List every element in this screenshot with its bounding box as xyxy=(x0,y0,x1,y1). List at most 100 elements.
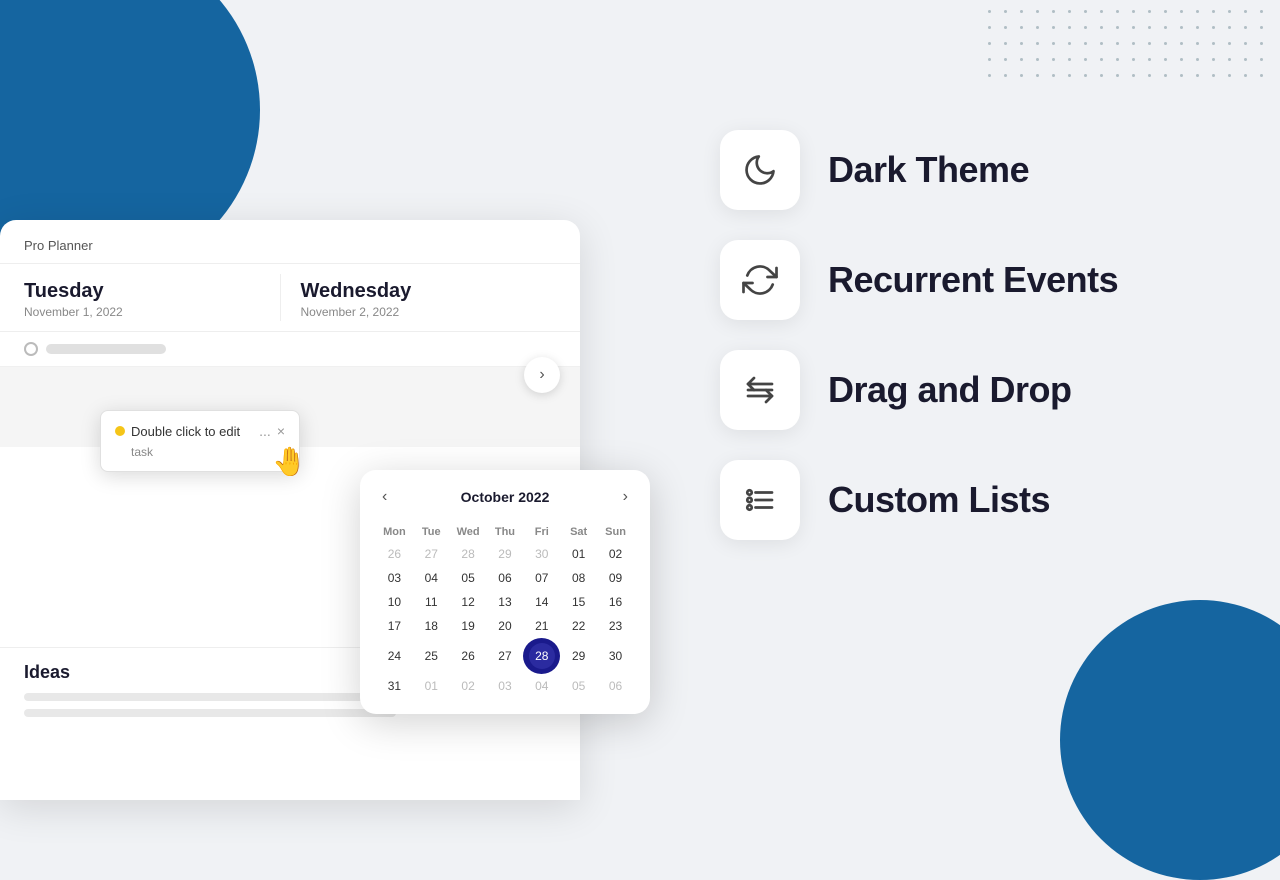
feature-item-custom-lists: Custom Lists xyxy=(720,460,1240,540)
cal-day[interactable]: 08 xyxy=(560,566,597,590)
calendar-title: October 2022 xyxy=(461,489,550,505)
calendar-week-3: 17 18 19 20 21 22 23 xyxy=(376,614,634,638)
dot-grid-decoration: const dg = document.querySelector('.dot-… xyxy=(988,10,1270,84)
cal-day[interactable]: 01 xyxy=(413,674,450,698)
cal-day[interactable]: 14 xyxy=(523,590,560,614)
moon-icon xyxy=(742,152,778,188)
calendar-body: 26 27 28 29 30 01 02 03 04 05 06 07 08 0… xyxy=(376,542,634,698)
feature-label-custom-lists: Custom Lists xyxy=(828,479,1050,521)
cal-day[interactable]: 19 xyxy=(450,614,487,638)
drag-icon xyxy=(742,372,778,408)
feature-item-dark-theme: Dark Theme xyxy=(720,130,1240,210)
weekday-thu: Thu xyxy=(487,522,524,542)
cal-day[interactable]: 24 xyxy=(376,638,413,674)
cal-day[interactable]: 05 xyxy=(560,674,597,698)
tooltip-more-button[interactable]: ... xyxy=(259,423,271,439)
cal-day[interactable]: 09 xyxy=(597,566,634,590)
bg-circle-bottom-right xyxy=(1060,600,1280,880)
feature-icon-box-recurrent-events xyxy=(720,240,800,320)
weekday-fri: Fri xyxy=(523,522,560,542)
calendar-next-button[interactable]: › xyxy=(617,486,634,508)
cal-day[interactable]: 02 xyxy=(450,674,487,698)
feature-item-drag-and-drop: Drag and Drop xyxy=(720,350,1240,430)
cal-day[interactable]: 01 xyxy=(560,542,597,566)
day-name-tuesday: Tuesday xyxy=(24,280,280,303)
cal-day[interactable]: 06 xyxy=(597,674,634,698)
cal-day[interactable]: 27 xyxy=(487,638,524,674)
next-arrow-button[interactable]: › xyxy=(524,357,560,393)
cal-day[interactable]: 31 xyxy=(376,674,413,698)
feature-label-recurrent-events: Recurrent Events xyxy=(828,259,1118,301)
day-date-tuesday: November 1, 2022 xyxy=(24,305,280,319)
cal-day[interactable]: 04 xyxy=(413,566,450,590)
cal-day[interactable]: 30 xyxy=(597,638,634,674)
weekday-mon: Mon xyxy=(376,522,413,542)
cal-day[interactable]: 02 xyxy=(597,542,634,566)
task-bar-1 xyxy=(46,344,166,354)
tooltip-header: Double click to edit ... × xyxy=(115,423,285,439)
calendar-week-1: 03 04 05 06 07 08 09 xyxy=(376,566,634,590)
calendar-widget: ‹ October 2022 › Mon Tue Wed Thu Fri Sat… xyxy=(360,470,650,714)
tooltip-title-text: Double click to edit xyxy=(131,424,240,439)
cal-day[interactable]: 06 xyxy=(487,566,524,590)
calendar-header: ‹ October 2022 › xyxy=(376,486,634,508)
weekday-sun: Sun xyxy=(597,522,634,542)
cal-day[interactable]: 27 xyxy=(413,542,450,566)
tooltip-actions: ... × xyxy=(259,423,285,439)
weekday-sat: Sat xyxy=(560,522,597,542)
cal-day[interactable]: 28 xyxy=(450,542,487,566)
calendar-week-4: 24 25 26 27 28 29 30 xyxy=(376,638,634,674)
feature-icon-box-drag-and-drop xyxy=(720,350,800,430)
day-col-tuesday: Tuesday November 1, 2022 xyxy=(24,264,280,331)
cal-day[interactable]: 20 xyxy=(487,614,524,638)
cal-day-today[interactable]: 28 xyxy=(523,638,560,674)
tooltip-yellow-dot xyxy=(115,426,125,436)
cal-day[interactable]: 12 xyxy=(450,590,487,614)
cal-day[interactable]: 17 xyxy=(376,614,413,638)
cal-day[interactable]: 04 xyxy=(523,674,560,698)
cal-day[interactable]: 30 xyxy=(523,542,560,566)
cal-day[interactable]: 15 xyxy=(560,590,597,614)
cal-day[interactable]: 25 xyxy=(413,638,450,674)
cal-day[interactable]: 26 xyxy=(450,638,487,674)
weekday-wed: Wed xyxy=(450,522,487,542)
day-name-wednesday: Wednesday xyxy=(301,280,557,303)
cal-day[interactable]: 26 xyxy=(376,542,413,566)
day-col-wednesday: Wednesday November 2, 2022 xyxy=(281,264,557,331)
feature-item-recurrent-events: Recurrent Events xyxy=(720,240,1240,320)
tooltip-popup: Double click to edit ... × task xyxy=(100,410,300,472)
calendar-week-2: 10 11 12 13 14 15 16 xyxy=(376,590,634,614)
calendar-grid: Mon Tue Wed Thu Fri Sat Sun 26 27 28 29 … xyxy=(376,522,634,698)
task-radio[interactable] xyxy=(24,342,38,356)
open-task-row xyxy=(0,332,580,367)
planner-header: Pro Planner xyxy=(0,220,580,264)
cal-day[interactable]: 29 xyxy=(487,542,524,566)
planner-title: Pro Planner xyxy=(24,238,93,253)
planner-days-row: Tuesday November 1, 2022 Wednesday Novem… xyxy=(0,264,580,332)
tooltip-close-button[interactable]: × xyxy=(277,423,285,439)
cal-day[interactable]: 05 xyxy=(450,566,487,590)
day-date-wednesday: November 2, 2022 xyxy=(301,305,557,319)
cal-day[interactable]: 10 xyxy=(376,590,413,614)
cal-day[interactable]: 16 xyxy=(597,590,634,614)
features-panel: Dark Theme Recurrent Events Drag and Dro… xyxy=(720,130,1240,570)
ideas-bar-2 xyxy=(24,709,396,717)
feature-icon-box-custom-lists xyxy=(720,460,800,540)
feature-label-drag-and-drop: Drag and Drop xyxy=(828,369,1072,411)
cal-day[interactable]: 13 xyxy=(487,590,524,614)
cal-day[interactable]: 07 xyxy=(523,566,560,590)
cal-day[interactable]: 18 xyxy=(413,614,450,638)
calendar-prev-button[interactable]: ‹ xyxy=(376,486,393,508)
cal-day[interactable]: 21 xyxy=(523,614,560,638)
list-icon xyxy=(742,482,778,518)
refresh-icon xyxy=(742,262,778,298)
cal-day[interactable]: 29 xyxy=(560,638,597,674)
cal-day[interactable]: 22 xyxy=(560,614,597,638)
cal-day[interactable]: 23 xyxy=(597,614,634,638)
cal-day[interactable]: 03 xyxy=(487,674,524,698)
calendar-weekdays-row: Mon Tue Wed Thu Fri Sat Sun xyxy=(376,522,634,542)
tooltip-title: Double click to edit xyxy=(115,424,240,439)
feature-icon-box-dark-theme xyxy=(720,130,800,210)
cal-day[interactable]: 03 xyxy=(376,566,413,590)
cal-day[interactable]: 11 xyxy=(413,590,450,614)
